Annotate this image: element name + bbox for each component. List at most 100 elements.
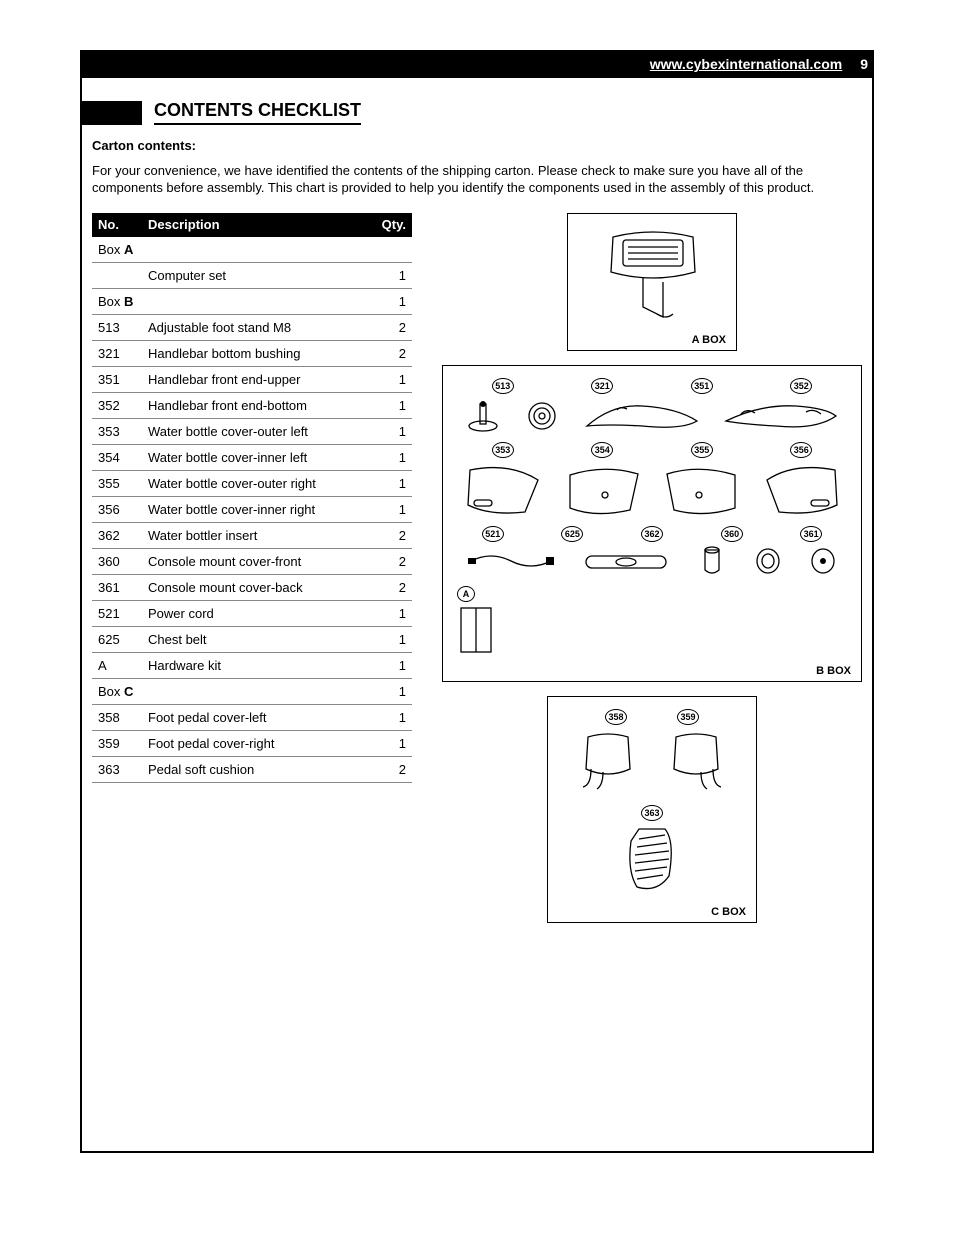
a-box-caption: A BOX xyxy=(578,334,726,346)
table-row: 353Water bottle cover-outer left1 xyxy=(92,418,412,444)
desc-cell: Console mount cover-front xyxy=(142,548,370,574)
desc-cell: Foot pedal cover-left xyxy=(142,704,370,730)
desc-cell: Handlebar front end-bottom xyxy=(142,392,370,418)
content-frame: CONTENTS CHECKLIST Carton contents: For … xyxy=(80,78,874,1153)
chest-belt-icon xyxy=(581,546,671,576)
header-url[interactable]: www.cybexinternational.com xyxy=(650,56,842,72)
callout: 351 xyxy=(691,378,713,394)
handlebar-upper-icon xyxy=(582,396,702,436)
checklist-column: No. Description Qty. Box AComputer set1B… xyxy=(92,213,412,783)
title-black-tab xyxy=(80,101,142,125)
qty-cell: 1 xyxy=(370,704,412,730)
table-row: AHardware kit1 xyxy=(92,652,412,678)
desc-cell: Power cord xyxy=(142,600,370,626)
table-row: 363Pedal soft cushion2 xyxy=(92,756,412,782)
table-row: 360Console mount cover-front2 xyxy=(92,548,412,574)
qty-cell: 2 xyxy=(370,548,412,574)
qty-cell: 1 xyxy=(370,652,412,678)
a-box-diagram: A BOX xyxy=(567,213,737,351)
b-box-diagram: 513 321 351 352 xyxy=(442,365,862,682)
desc-cell: Water bottler insert xyxy=(142,522,370,548)
no-cell: 358 xyxy=(92,704,142,730)
qty-cell: 2 xyxy=(370,314,412,340)
qty-cell: 1 xyxy=(370,262,412,288)
table-row: 355Water bottle cover-outer right1 xyxy=(92,470,412,496)
qty-cell: 1 xyxy=(370,730,412,756)
callout: 360 xyxy=(721,526,743,542)
section-title-row: CONTENTS CHECKLIST xyxy=(80,100,361,125)
table-header-row: No. Description Qty. xyxy=(92,213,412,237)
table-row: 321Handlebar bottom bushing2 xyxy=(92,340,412,366)
qty-cell: 1 xyxy=(370,496,412,522)
qty-cell: 2 xyxy=(370,756,412,782)
no-cell: 363 xyxy=(92,756,142,782)
qty-cell xyxy=(370,236,412,262)
subhead: Carton contents: xyxy=(92,138,862,153)
desc-cell: Water bottle cover-inner right xyxy=(142,496,370,522)
desc-cell: Water bottle cover-inner left xyxy=(142,444,370,470)
table-row: 356Water bottle cover-inner right1 xyxy=(92,496,412,522)
no-cell: 353 xyxy=(92,418,142,444)
table-row: 521Power cord1 xyxy=(92,600,412,626)
handlebar-bottom-icon xyxy=(721,396,841,436)
pedal-cover-left-icon xyxy=(573,727,643,797)
table-row: 359Foot pedal cover-right1 xyxy=(92,730,412,756)
body: Carton contents: For your convenience, w… xyxy=(92,138,862,937)
c-box-diagram: 358 359 xyxy=(547,696,757,923)
table-row: 351Handlebar front end-upper1 xyxy=(92,366,412,392)
table-row: Box C1 xyxy=(92,678,412,704)
desc-cell: Handlebar bottom bushing xyxy=(142,340,370,366)
power-cord-icon xyxy=(466,546,556,576)
table-row: Box A xyxy=(92,236,412,262)
th-no: No. xyxy=(92,213,142,237)
table-row: 358Foot pedal cover-left1 xyxy=(92,704,412,730)
callout: 513 xyxy=(492,378,514,394)
desc-cell: Water bottle cover-outer right xyxy=(142,470,370,496)
qty-cell: 1 xyxy=(370,626,412,652)
desc-cell: Chest belt xyxy=(142,626,370,652)
desc-cell: Water bottle cover-outer left xyxy=(142,418,370,444)
desc-cell: Console mount cover-back xyxy=(142,574,370,600)
table-row: 362Water bottler insert2 xyxy=(92,522,412,548)
no-cell: 356 xyxy=(92,496,142,522)
mount-cover-back-icon xyxy=(808,546,838,576)
no-cell: 360 xyxy=(92,548,142,574)
box-letter: B xyxy=(124,294,133,309)
bottle-cover-icon xyxy=(759,460,844,520)
qty-cell: 1 xyxy=(370,444,412,470)
b-box-caption: B BOX xyxy=(453,665,851,677)
callout: 355 xyxy=(691,442,713,458)
bottle-insert-icon xyxy=(697,544,727,578)
page: www.cybexinternational.com 9 CONTENTS CH… xyxy=(0,0,954,1235)
bottle-cover-icon xyxy=(560,460,645,520)
desc-cell: Hardware kit xyxy=(142,652,370,678)
qty-cell: 1 xyxy=(370,470,412,496)
desc-cell: Foot pedal cover-right xyxy=(142,730,370,756)
callout: 358 xyxy=(605,709,627,725)
bottle-cover-icon xyxy=(460,460,545,520)
qty-cell: 2 xyxy=(370,340,412,366)
qty-cell: 1 xyxy=(370,418,412,444)
no-cell: 361 xyxy=(92,574,142,600)
no-cell: 359 xyxy=(92,730,142,756)
box-label-cell: Box B xyxy=(92,288,370,314)
desc-cell: Computer set xyxy=(142,262,370,288)
checklist-table: No. Description Qty. Box AComputer set1B… xyxy=(92,213,412,783)
mount-cover-front-icon xyxy=(753,546,783,576)
no-cell: 521 xyxy=(92,600,142,626)
qty-cell: 1 xyxy=(370,392,412,418)
table-row: 513Adjustable foot stand M82 xyxy=(92,314,412,340)
callout: 521 xyxy=(482,526,504,542)
diagram-column: A BOX 513 321 351 352 xyxy=(442,213,862,937)
callout: 361 xyxy=(800,526,822,542)
callout: 353 xyxy=(492,442,514,458)
table-row: 354Water bottle cover-inner left1 xyxy=(92,444,412,470)
no-cell xyxy=(92,262,142,288)
computer-set-icon xyxy=(578,222,728,332)
box-label-cell: Box A xyxy=(92,236,370,262)
no-cell: 321 xyxy=(92,340,142,366)
table-row: 352Handlebar front end-bottom1 xyxy=(92,392,412,418)
section-title: CONTENTS CHECKLIST xyxy=(154,100,361,125)
no-cell: 362 xyxy=(92,522,142,548)
th-qty: Qty. xyxy=(370,213,412,237)
